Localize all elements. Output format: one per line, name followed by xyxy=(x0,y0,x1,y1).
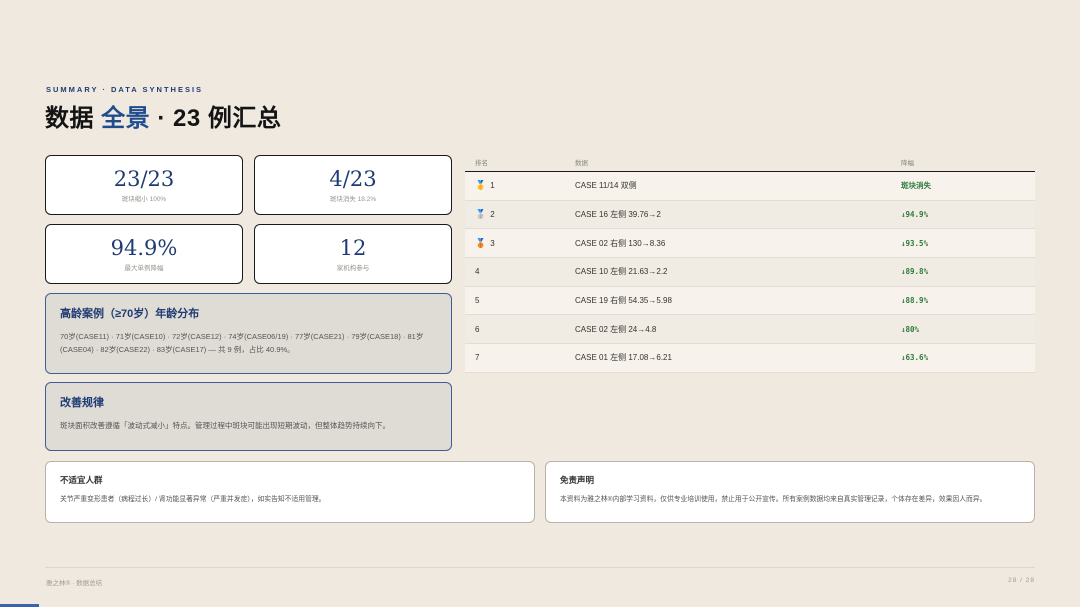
stat-value: 12 xyxy=(339,236,367,260)
stat-card-plaque-reduced: 23/23 斑块缩小 100% xyxy=(45,155,243,215)
stat-card-plaque-gone: 4/23 斑块消失 18.2% xyxy=(254,155,452,215)
page-number: 28 / 28 xyxy=(1008,577,1035,584)
note-heading: 不适宜人群 xyxy=(60,475,103,485)
disclaimer-note: 免责声明 本资料为雅之林®内部学习资料，仅供专业培训使用，禁止用于公开宣传。所有… xyxy=(545,461,1035,523)
rank-number: 7 xyxy=(475,353,480,363)
panel-body: 70岁(CASE11) · 71岁(CASE10) · 72岁(CASE12) … xyxy=(60,332,424,355)
case-data: CASE 02 左侧 24→4.8 xyxy=(575,324,657,334)
panel-body: 斑块面积改善遵循「波动式减小」特点。管理过程中斑块可能出现短期波动，但整体趋势持… xyxy=(60,421,390,430)
case-data: CASE 11/14 双侧 xyxy=(575,181,637,191)
stat-value: 94.9% xyxy=(110,236,178,260)
footer-brand: 雅之林® · 数据总结 xyxy=(46,580,103,587)
stat-value: 23/23 xyxy=(113,167,175,191)
stat-label: 斑块消失 18.2% xyxy=(329,196,377,203)
bronze-medal-icon: 🥉 xyxy=(475,237,487,248)
header-data: 数据 xyxy=(575,159,588,167)
stat-label: 最大单例降幅 xyxy=(124,265,164,272)
table-row: 5 CASE 19 右侧 54.35→5.98 ↓88.9% xyxy=(465,286,1035,316)
note-body: 本资料为雅之林®内部学习资料，仅供专业培训使用，禁止用于公开宣传。所有案例数据均… xyxy=(560,496,987,503)
title-accent: 全景 xyxy=(101,105,151,132)
gold-medal-icon: 🥇 xyxy=(475,180,487,191)
drop-value: ↓89.8% xyxy=(901,267,929,277)
improvement-pattern-panel: 改善规律 斑块面积改善遵循「波动式减小」特点。管理过程中斑块可能出现短期波动，但… xyxy=(45,382,452,451)
case-data: CASE 16 左侧 39.76→2 xyxy=(575,210,661,220)
title-prefix: 数据 xyxy=(45,105,102,132)
drop-value: ↓80% xyxy=(901,324,920,334)
case-data: CASE 02 右侧 130→8.36 xyxy=(575,238,666,248)
stat-value: 4/23 xyxy=(329,167,377,191)
table-row: 🥉 3 CASE 02 右侧 130→8.36 ↓93.5% xyxy=(465,229,1035,259)
table-row: 6 CASE 02 左侧 24→4.8 ↓80% xyxy=(465,315,1035,345)
stat-card-max-drop: 94.9% 最大单例降幅 xyxy=(45,224,243,284)
case-data: CASE 01 左侧 17.08→6.21 xyxy=(575,353,672,363)
panel-heading: 改善规律 xyxy=(60,397,104,409)
rank-number: 2 xyxy=(490,210,495,220)
table-row: 🥈 2 CASE 16 左侧 39.76→2 ↓94.9% xyxy=(465,200,1035,230)
page-title: 数据 全景 · 23 例汇总 xyxy=(45,98,281,133)
table-row: 4 CASE 10 左侧 21.63→2.2 ↓89.8% xyxy=(465,258,1035,287)
rank-number: 6 xyxy=(475,324,480,334)
table-row: 7 CASE 01 左侧 17.08→6.21 ↓63.6% xyxy=(465,344,1035,373)
note-heading: 免责声明 xyxy=(560,475,595,485)
drop-value: ↓93.5% xyxy=(901,238,929,248)
stat-label: 家机构参与 xyxy=(336,265,370,272)
table-row: 🥇 1 CASE 11/14 双侧 斑块消失 xyxy=(465,172,1035,201)
footer-divider xyxy=(45,567,1035,568)
rank-number: 4 xyxy=(475,267,480,277)
drop-value: ↓63.6% xyxy=(901,353,929,363)
drop-value: ↓94.9% xyxy=(901,210,929,220)
title-suffix: · 23 例汇总 xyxy=(150,105,282,132)
rank-number: 1 xyxy=(490,181,495,191)
stat-label: 斑块缩小 100% xyxy=(121,196,167,203)
case-data: CASE 10 左侧 21.63→2.2 xyxy=(575,267,668,277)
stat-card-institutions: 12 家机构参与 xyxy=(254,224,452,284)
ranking-table: 排名 数据 降幅 🥇 1 CASE 11/14 双侧 斑块消失 🥈 2 CASE 1… xyxy=(465,152,1035,373)
rank-number: 3 xyxy=(490,238,495,248)
table-header: 排名 数据 降幅 xyxy=(465,152,1035,172)
drop-value: ↓88.9% xyxy=(901,296,929,306)
panel-heading: 高龄案例（≥70岁）年龄分布 xyxy=(60,308,200,320)
unsuitable-population-note: 不适宜人群 关节严重变形患者（病程过长）/ 肾功能显著异常（严重并发症），如实告… xyxy=(45,461,535,523)
note-body: 关节严重变形患者（病程过长）/ 肾功能显著异常（严重并发症），如实告知不适用管理… xyxy=(60,496,326,503)
drop-value: 斑块消失 xyxy=(901,181,931,191)
header-drop: 降幅 xyxy=(901,159,914,167)
silver-medal-icon: 🥈 xyxy=(475,209,487,220)
header-rank: 排名 xyxy=(475,159,488,167)
case-data: CASE 19 右侧 54.35→5.98 xyxy=(575,296,672,306)
rank-number: 5 xyxy=(475,296,480,306)
eyebrow-label: SUMMARY · DATA SYNTHESIS xyxy=(46,85,204,94)
elderly-distribution-panel: 高龄案例（≥70岁）年龄分布 70岁(CASE11) · 71岁(CASE10)… xyxy=(45,293,452,374)
